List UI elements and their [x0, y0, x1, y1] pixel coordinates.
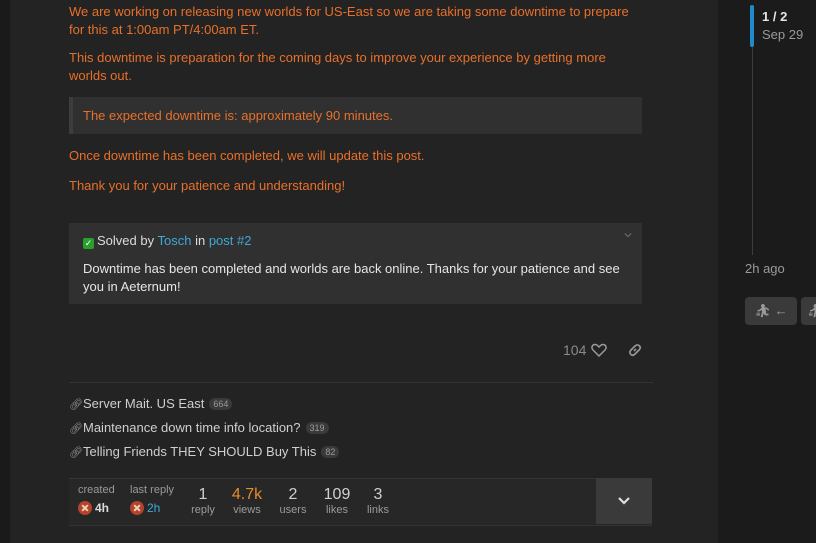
views-count: 4.7k	[231, 486, 263, 503]
person-icon: ⛹︎	[807, 303, 816, 318]
related-title: Maintenance down time info location?	[83, 420, 301, 435]
blockquote-text: The expected downtime is: approximately …	[83, 108, 393, 123]
topic-main: We are working on releasing new worlds f…	[0, 0, 718, 543]
related-count: 82	[321, 446, 340, 458]
related-link-1[interactable]: 🔗︎Server Mait. US East 664	[69, 396, 233, 411]
expand-topic-map-button[interactable]	[596, 478, 652, 524]
related-link-3[interactable]: 🔗︎Telling Friends THEY SHOULD Buy This 82	[69, 444, 340, 459]
post-paragraph-2: This downtime is preparation for the com…	[69, 50, 606, 83]
solved-prefix: Solved by	[97, 233, 155, 248]
last-reply-info: last reply 2h	[130, 484, 174, 517]
users-label: users	[279, 504, 307, 516]
timeline-back-button[interactable]: ⛹︎ ←	[745, 297, 797, 325]
expand-chevron-icon	[618, 497, 630, 505]
related-title: Server Mait. US East	[83, 396, 205, 411]
last-reply-label: last reply	[130, 484, 175, 496]
post-paragraph-1: We are working on releasing new worlds f…	[69, 4, 629, 37]
like-count[interactable]: 104	[563, 342, 586, 358]
last-reply-time[interactable]: 2h	[147, 501, 160, 515]
person-icon: ⛹︎	[754, 303, 771, 318]
post-paragraph-3: Once downtime has been completed, we wil…	[69, 148, 425, 163]
check-icon: ✓	[83, 238, 94, 249]
related-count: 664	[209, 398, 233, 410]
created-label: created	[78, 484, 115, 496]
related-link-2[interactable]: 🔗︎Maintenance down time info location? 31…	[69, 420, 329, 435]
solution-post-link[interactable]: post #2	[209, 233, 252, 248]
solution-title: ✓ Solved by Tosch in post #2	[83, 233, 251, 249]
solution-box: ✓ Solved by Tosch in post #2 Downtime has…	[69, 223, 642, 304]
solved-in: in	[195, 233, 206, 248]
replies-stat: 1 reply	[190, 484, 216, 516]
avatar-icon[interactable]	[78, 501, 92, 515]
timeline-next-button[interactable]: ⛹︎	[801, 297, 816, 325]
users-stat: 2 users	[278, 484, 308, 516]
timeline-handle[interactable]	[750, 5, 754, 47]
divider	[69, 382, 653, 383]
likes-stat: 109 likes	[322, 484, 352, 516]
back-arrow-icon: ←	[774, 303, 788, 318]
timeline-position: 1 / 2	[762, 9, 788, 24]
replies-label: reply	[191, 504, 215, 516]
related-title: Telling Friends THEY SHOULD Buy This	[83, 444, 317, 459]
replies-count: 1	[198, 486, 208, 503]
likes-count: 109	[323, 486, 351, 503]
avatar-icon[interactable]	[130, 501, 144, 515]
created-time: 4h	[95, 501, 110, 515]
created-info: created 4h	[78, 484, 115, 517]
chevron-down-icon[interactable]	[624, 231, 632, 239]
solution-excerpt: Downtime has been completed and worlds a…	[83, 261, 620, 294]
blockquote: The expected downtime is: approximately …	[69, 97, 642, 134]
related-count: 319	[305, 422, 329, 434]
chain-icon: 🔗︎	[69, 447, 83, 459]
timeline-date: Sep 29	[762, 27, 804, 42]
chain-icon: 🔗︎	[69, 399, 83, 411]
topic-map: created 4h last reply 2h 1 reply 4.7k vi…	[69, 478, 652, 526]
post-paragraph-4: Thank you for your patience and understa…	[69, 178, 346, 193]
likes-label: likes	[325, 504, 348, 516]
views-label: views	[233, 504, 261, 516]
links-stat: 3 links	[364, 484, 392, 516]
solution-author-link[interactable]: Tosch	[157, 233, 191, 248]
timeline-end-date[interactable]: 2h ago	[745, 261, 785, 276]
link-icon[interactable]	[627, 342, 643, 358]
links-label: links	[366, 504, 389, 516]
heart-icon[interactable]	[591, 342, 607, 358]
users-count: 2	[288, 486, 298, 503]
views-stat: 4.7k views	[229, 484, 265, 516]
links-count: 3	[373, 486, 383, 503]
chain-icon: 🔗︎	[69, 423, 83, 435]
left-gutter	[0, 0, 10, 543]
